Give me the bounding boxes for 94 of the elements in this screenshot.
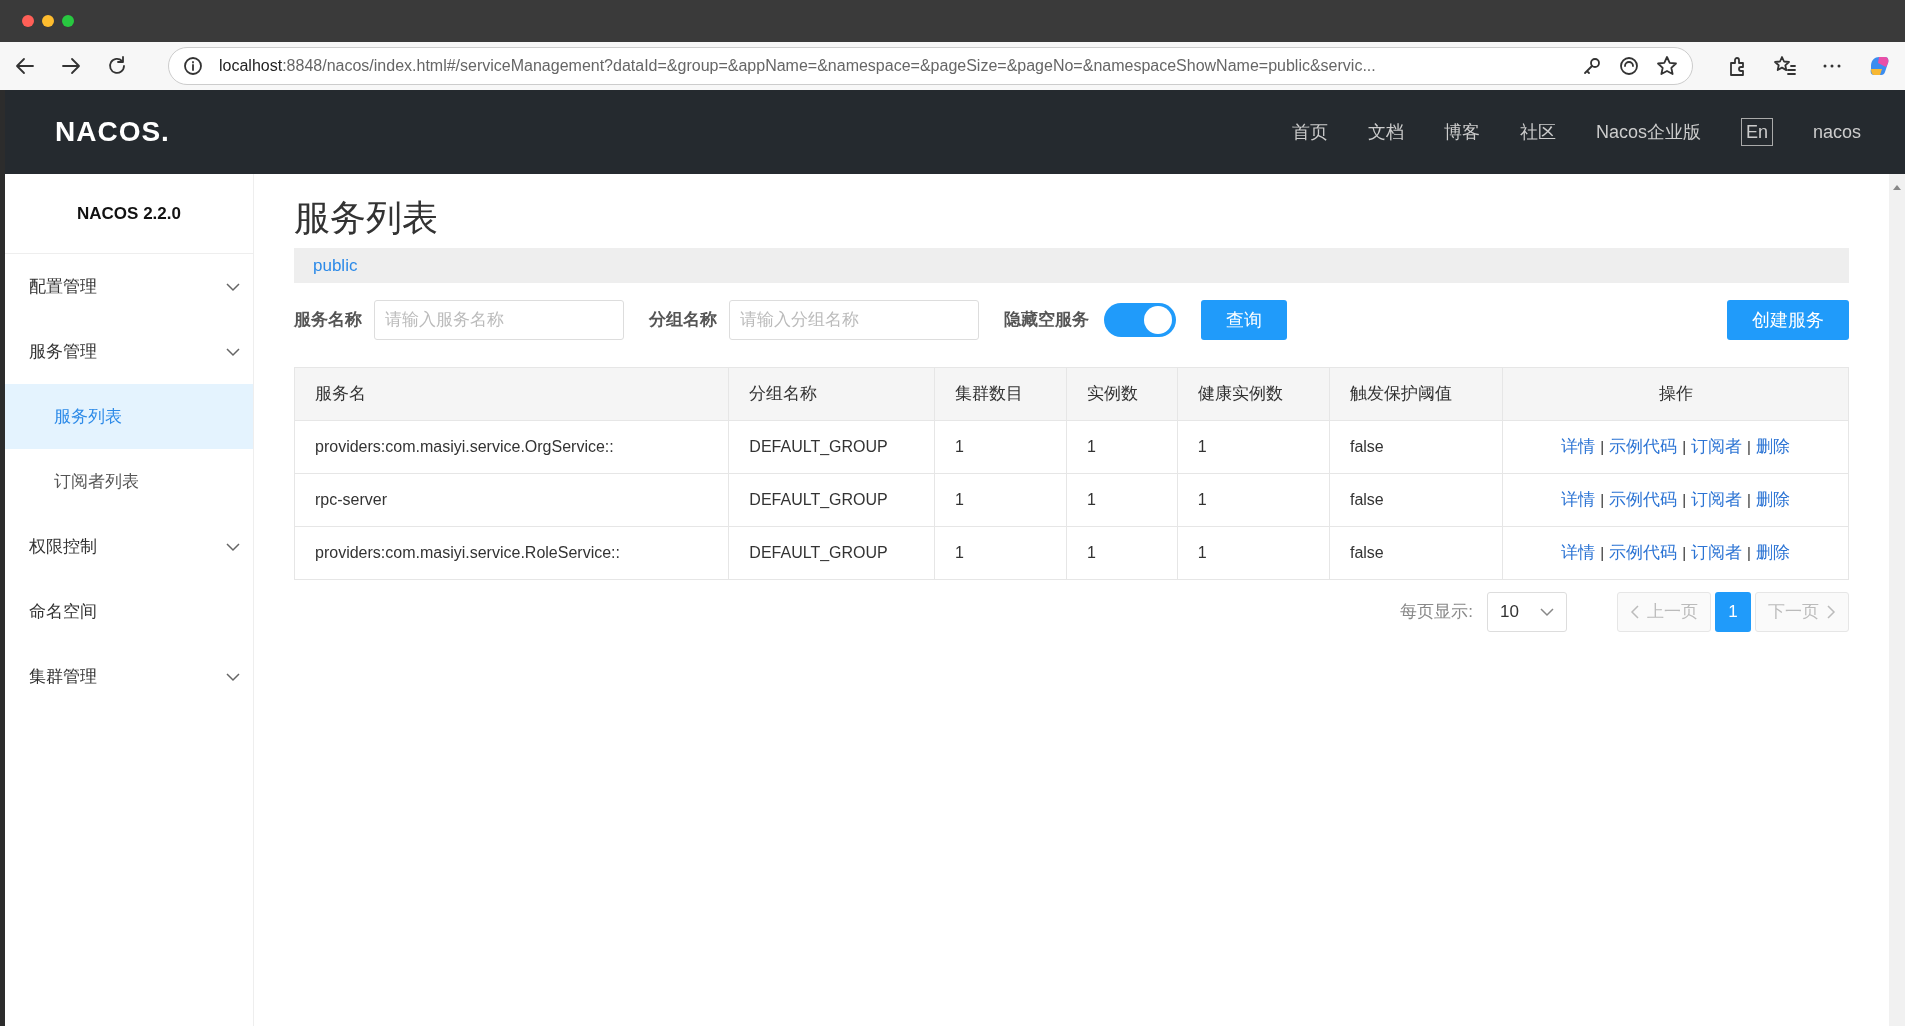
action-link[interactable]: 删除 bbox=[1756, 543, 1790, 563]
table-cell: false bbox=[1329, 473, 1503, 527]
nav-link[interactable]: 文档 bbox=[1367, 118, 1404, 146]
star-icon[interactable] bbox=[1656, 55, 1678, 77]
table-cell: rpc-server bbox=[294, 473, 729, 527]
create-button[interactable]: 创建服务 bbox=[1727, 300, 1849, 340]
nav-link[interactable]: 社区 bbox=[1519, 118, 1556, 146]
action-link[interactable]: 详情 bbox=[1561, 437, 1596, 457]
table-cell: 1 bbox=[1177, 420, 1330, 474]
toggle-switch[interactable] bbox=[1104, 303, 1176, 337]
table-cell: DEFAULT_GROUP bbox=[728, 420, 935, 474]
column-header: 操作 bbox=[1502, 367, 1849, 421]
reload-icon[interactable] bbox=[106, 55, 128, 77]
separator: | bbox=[1600, 544, 1605, 562]
table-cell: DEFAULT_GROUP bbox=[728, 473, 935, 527]
table-cell: 1 bbox=[1177, 526, 1330, 580]
table-cell: 1 bbox=[934, 473, 1067, 527]
table-cell: false bbox=[1329, 420, 1503, 474]
sidebar-item[interactable]: 配置管理 bbox=[5, 254, 253, 319]
separator: | bbox=[1682, 491, 1687, 509]
filter-label: 分组名称 bbox=[649, 309, 717, 332]
column-header: 实例数 bbox=[1066, 367, 1178, 421]
table-cell: DEFAULT_GROUP bbox=[728, 526, 935, 580]
table-cell: 1 bbox=[934, 420, 1067, 474]
table-cell: providers:com.masiyi.service.OrgService:: bbox=[294, 420, 729, 474]
nav-link[interactable]: nacos bbox=[1812, 118, 1861, 146]
info-icon[interactable] bbox=[183, 56, 203, 76]
sidebar-subitem[interactable]: 服务列表 bbox=[5, 384, 253, 449]
table-cell: 1 bbox=[1177, 473, 1330, 527]
column-header: 健康实例数 bbox=[1177, 367, 1330, 421]
separator: | bbox=[1747, 544, 1751, 562]
query-button[interactable]: 查询 bbox=[1201, 300, 1287, 340]
action-link[interactable]: 详情 bbox=[1561, 490, 1596, 510]
text-field[interactable]: 请输入服务名称 bbox=[374, 300, 624, 340]
action-link[interactable]: 详情 bbox=[1561, 543, 1596, 563]
sidebar-title: NACOS 2.2.0 bbox=[77, 202, 181, 225]
table-cell: 1 bbox=[934, 526, 1067, 580]
page-title: 服务列表 bbox=[294, 197, 438, 238]
chevron-down-icon bbox=[1540, 607, 1554, 617]
column-header: 服务名 bbox=[294, 367, 729, 421]
nav-link[interactable]: Nacos企业版 bbox=[1595, 118, 1701, 146]
page-number-button[interactable]: 1 bbox=[1715, 592, 1751, 632]
favorites-icon[interactable] bbox=[1773, 55, 1797, 77]
separator: | bbox=[1747, 438, 1751, 456]
separator: | bbox=[1600, 491, 1605, 509]
action-link[interactable]: 示例代码 bbox=[1609, 490, 1678, 510]
table-cell: 1 bbox=[1066, 473, 1178, 527]
namespace-link[interactable]: public bbox=[313, 252, 358, 279]
forward-icon[interactable] bbox=[60, 55, 82, 77]
toggle-label: 隐藏空服务 bbox=[1004, 309, 1089, 332]
action-link[interactable]: 删除 bbox=[1756, 437, 1790, 457]
separator: | bbox=[1747, 491, 1751, 509]
key-icon[interactable] bbox=[1582, 56, 1602, 76]
action-link[interactable]: 示例代码 bbox=[1609, 437, 1678, 457]
sidebar-item[interactable]: 权限控制 bbox=[5, 514, 253, 579]
back-icon[interactable] bbox=[14, 55, 36, 77]
url-text: localhost:8848/nacos/index.html#/serviceManagement?dataId=&group=&appName=&namespace=&pageSize=&pageNo=&namespaceShowName=public&servic... bbox=[219, 56, 1377, 76]
window-control-dot[interactable] bbox=[62, 15, 74, 27]
text-field[interactable]: 请输入分组名称 bbox=[729, 300, 979, 340]
filter-label: 服务名称 bbox=[294, 309, 362, 332]
separator: | bbox=[1600, 438, 1605, 456]
action-link[interactable]: 删除 bbox=[1756, 490, 1790, 510]
page-size-label: 每页显示: bbox=[1400, 601, 1473, 624]
logo: NACOS. bbox=[55, 115, 170, 149]
chevron-right-icon bbox=[1827, 605, 1836, 619]
action-link[interactable]: 示例代码 bbox=[1609, 543, 1678, 563]
action-link[interactable]: 订阅者 bbox=[1691, 437, 1743, 457]
address-bar[interactable]: localhost:8848/nacos/index.html#/serviceManagement?dataId=&group=&appName=&namespace=&pageSize=&pageNo=&namespaceShowName=public&servic... bbox=[168, 47, 1693, 85]
column-header: 集群数目 bbox=[934, 367, 1067, 421]
sidebar-item[interactable]: 集群管理 bbox=[5, 644, 253, 709]
table-cell: 1 bbox=[1066, 420, 1178, 474]
window-control-dot[interactable] bbox=[22, 15, 34, 27]
action-link[interactable]: 订阅者 bbox=[1691, 543, 1743, 563]
chevron-down-icon bbox=[225, 281, 241, 292]
nav-link[interactable]: 博客 bbox=[1443, 118, 1480, 146]
chevron-down-icon bbox=[225, 671, 241, 682]
chevron-down-icon bbox=[225, 346, 241, 357]
chevron-left-icon bbox=[1630, 605, 1639, 619]
column-header: 触发保护阈值 bbox=[1329, 367, 1503, 421]
table-cell: false bbox=[1329, 526, 1503, 580]
sidebar-subitem[interactable]: 订阅者列表 bbox=[5, 449, 253, 514]
page-size-select[interactable]: 10 bbox=[1487, 592, 1567, 632]
separator: | bbox=[1682, 544, 1687, 562]
table-cell: 1 bbox=[1066, 526, 1178, 580]
language-toggle[interactable]: En bbox=[1740, 118, 1773, 146]
sidebar-item[interactable]: 命名空间 bbox=[5, 579, 253, 644]
chevron-down-icon bbox=[225, 541, 241, 552]
nav-link[interactable]: 首页 bbox=[1291, 118, 1328, 146]
action-link[interactable]: 订阅者 bbox=[1691, 490, 1743, 510]
table-cell: providers:com.masiyi.service.RoleService:: bbox=[294, 526, 729, 580]
sidebar-item[interactable]: 服务管理 bbox=[5, 319, 253, 384]
separator: | bbox=[1682, 438, 1687, 456]
window-control-dot[interactable] bbox=[42, 15, 54, 27]
column-header: 分组名称 bbox=[728, 367, 935, 421]
